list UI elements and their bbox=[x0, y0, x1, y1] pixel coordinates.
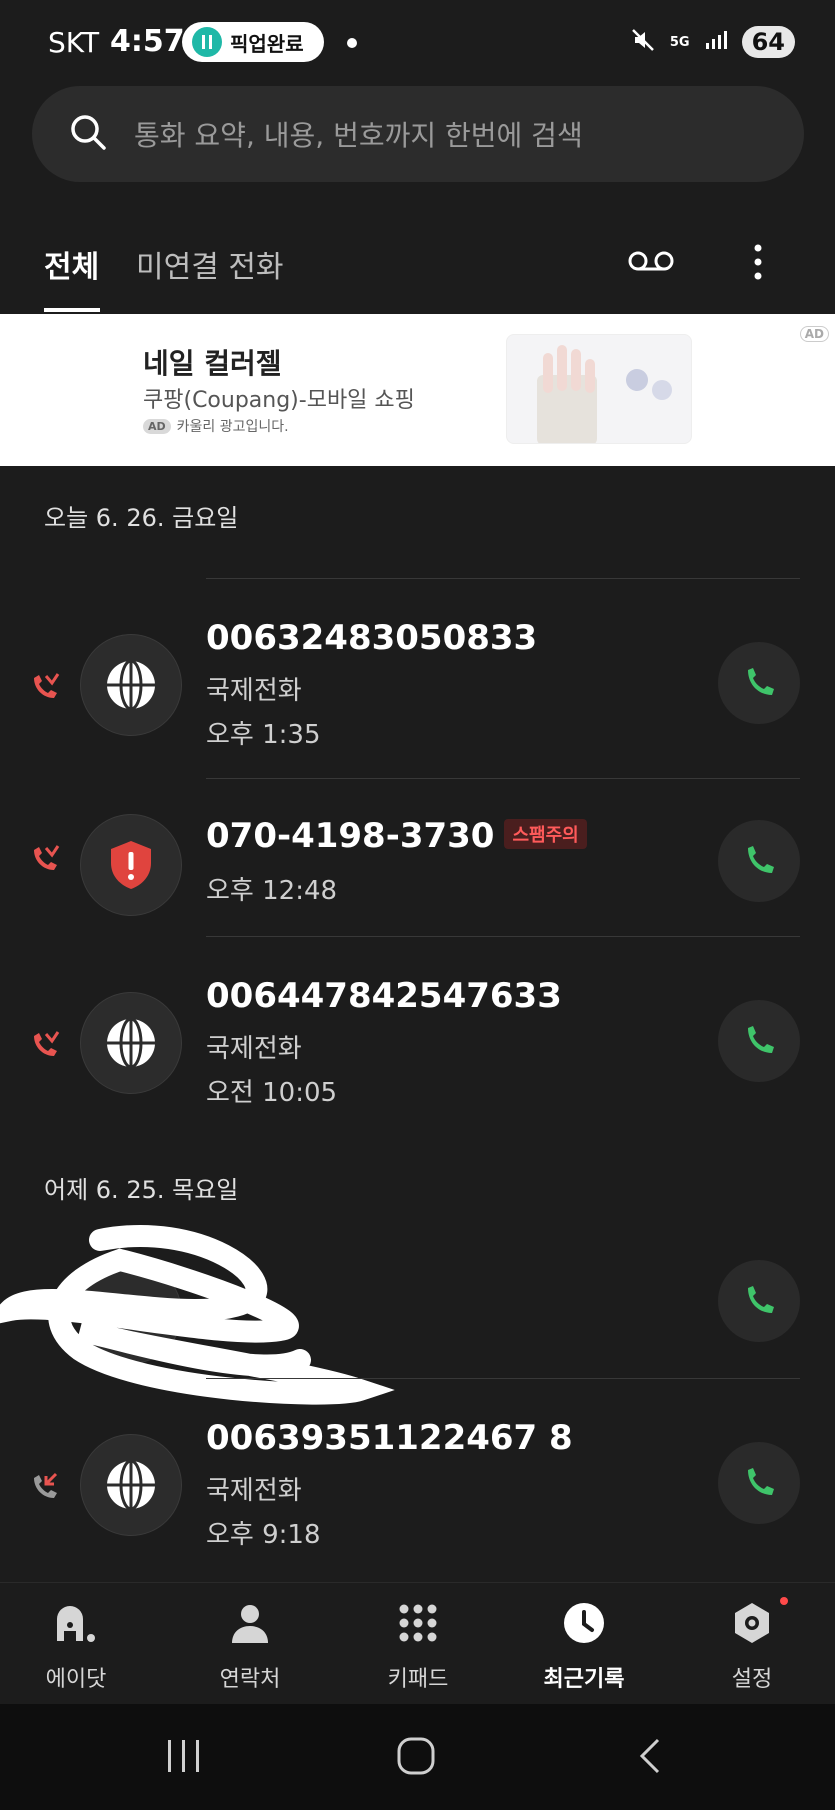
nav-keypad[interactable]: 키패드 bbox=[348, 1601, 488, 1693]
more-options-icon[interactable] bbox=[748, 242, 768, 286]
call-time: 오후 1:35 bbox=[206, 720, 321, 750]
missed-call-icon bbox=[28, 842, 62, 880]
shield-alert-icon bbox=[80, 814, 182, 916]
nav-keypad-label: 키패드 bbox=[387, 1667, 449, 1692]
phone-icon bbox=[748, 1468, 774, 1495]
ad-title: 네일 컬러젤 bbox=[143, 347, 282, 380]
search-placeholder: 통화 요약, 내용, 번호까지 한번에 검색 bbox=[134, 119, 583, 152]
settings-icon bbox=[735, 1603, 769, 1643]
call-number: 00632483050833 bbox=[206, 618, 538, 658]
nav-contacts-label: 연락처 bbox=[219, 1667, 281, 1692]
call-time: 오전 10:05 bbox=[206, 1078, 338, 1108]
home-icon[interactable] bbox=[396, 1736, 436, 1780]
ad-image bbox=[506, 334, 692, 444]
signal-icon bbox=[704, 29, 728, 55]
call-button[interactable] bbox=[718, 1260, 800, 1342]
call-button[interactable] bbox=[718, 1000, 800, 1082]
battery-indicator: 64 bbox=[741, 26, 795, 58]
search-bar[interactable]: 통화 요약, 내용, 번호까지 한번에 검색 bbox=[32, 86, 804, 182]
phone-icon bbox=[748, 1286, 774, 1313]
voicemail-icon[interactable] bbox=[626, 248, 676, 278]
divider bbox=[206, 578, 800, 579]
divider bbox=[206, 936, 800, 937]
nav-adot-label: 에이닷 bbox=[45, 1667, 107, 1692]
pickup-icon bbox=[192, 27, 222, 57]
ad-footer-text: 카울리 광고입니다. bbox=[176, 419, 289, 435]
date-header-yesterday: 어제 6. 25. 목요일 bbox=[44, 1176, 239, 1204]
ad-badge: AD bbox=[143, 418, 171, 434]
call-time: 오후 12:48 bbox=[206, 876, 338, 906]
missed-call-icon bbox=[28, 670, 62, 708]
date-header-today: 오늘 6. 26. 금요일 bbox=[44, 504, 239, 532]
tab-all[interactable]: 전체 bbox=[44, 242, 99, 286]
ad-corner-badge: AD bbox=[799, 326, 829, 342]
call-label: 국제전화 bbox=[206, 1476, 302, 1506]
ad-subtitle: 쿠팡(Coupang)-모바일 쇼핑 bbox=[143, 388, 415, 413]
globe-icon bbox=[80, 634, 182, 736]
call-button[interactable] bbox=[718, 820, 800, 902]
phone-icon bbox=[748, 668, 774, 695]
divider bbox=[206, 778, 800, 779]
incoming-missed-call-icon bbox=[28, 1470, 62, 1508]
call-label: 국제전화 bbox=[206, 676, 302, 706]
nav-recents[interactable]: 최근기록 bbox=[514, 1601, 654, 1693]
divider bbox=[206, 1378, 800, 1379]
status-bar: SKT 4:57 픽업완료 5G 64 bbox=[0, 0, 835, 88]
pickup-status-pill[interactable]: 픽업완료 bbox=[182, 22, 324, 62]
nav-settings[interactable]: 설정 bbox=[682, 1601, 822, 1693]
search-icon bbox=[68, 112, 108, 156]
call-row[interactable]: 00632483050833 국제전화 오후 1:35 bbox=[0, 580, 835, 776]
call-time: 오후 9:18 bbox=[206, 1520, 321, 1550]
recent-apps-icon[interactable] bbox=[164, 1738, 204, 1778]
bottom-navigation: 에이닷 연락처 키패드 최근기록 설정 bbox=[0, 1582, 835, 1704]
ad-footer: AD 카울리 광고입니다. bbox=[143, 416, 289, 436]
clock: 4:57 bbox=[110, 24, 185, 59]
missed-call-icon bbox=[28, 1028, 62, 1066]
call-row[interactable]: 070-4198-3730 스팸주의 오후 12:48 bbox=[0, 780, 835, 936]
carrier-label: SKT bbox=[48, 26, 100, 59]
adot-icon bbox=[57, 1606, 95, 1642]
ad-banner[interactable]: 네일 컬러젤 쿠팡(Coupang)-모바일 쇼핑 AD 카울리 광고입니다. … bbox=[0, 314, 835, 466]
globe-icon bbox=[80, 992, 182, 1094]
settings-notification-dot bbox=[780, 1597, 788, 1605]
phone-icon bbox=[748, 846, 774, 873]
call-number: 070-4198-3730 스팸주의 bbox=[206, 816, 587, 856]
person-icon bbox=[232, 1605, 268, 1643]
call-row[interactable]: 00644784254763З 국제전화 오전 10:05 bbox=[0, 938, 835, 1134]
call-row[interactable]: 00639351122467 8 국제전화 오후 9:18 bbox=[0, 1380, 835, 1576]
network-indicator: 5G bbox=[669, 34, 690, 50]
nav-contacts[interactable]: 연락처 bbox=[180, 1601, 320, 1693]
call-log-tabs: 전체 미연결 전화 bbox=[0, 220, 835, 314]
tab-missed[interactable]: 미연결 전화 bbox=[136, 242, 284, 286]
keypad-icon bbox=[399, 1604, 437, 1642]
globe-icon bbox=[80, 1434, 182, 1536]
nav-settings-label: 설정 bbox=[731, 1667, 773, 1692]
phone-icon bbox=[748, 1026, 774, 1053]
clock-icon bbox=[564, 1603, 604, 1643]
nav-recents-label: 최근기록 bbox=[543, 1667, 625, 1692]
call-number: 00639351122467 8 bbox=[206, 1418, 573, 1458]
spam-warning-badge: 스팸주의 bbox=[504, 818, 587, 849]
mute-icon bbox=[630, 27, 656, 57]
nav-adot[interactable]: 에이닷 bbox=[6, 1601, 146, 1693]
call-button[interactable] bbox=[718, 1442, 800, 1524]
system-navigation-bar bbox=[0, 1704, 835, 1810]
pickup-status-text: 픽업완료 bbox=[230, 31, 304, 56]
call-label: 국제전화 bbox=[206, 1034, 302, 1064]
active-tab-indicator bbox=[44, 308, 100, 312]
call-button[interactable] bbox=[718, 642, 800, 724]
notification-dot bbox=[347, 38, 357, 48]
call-number: 00644784254763З bbox=[206, 976, 562, 1016]
back-icon[interactable] bbox=[636, 1736, 664, 1780]
